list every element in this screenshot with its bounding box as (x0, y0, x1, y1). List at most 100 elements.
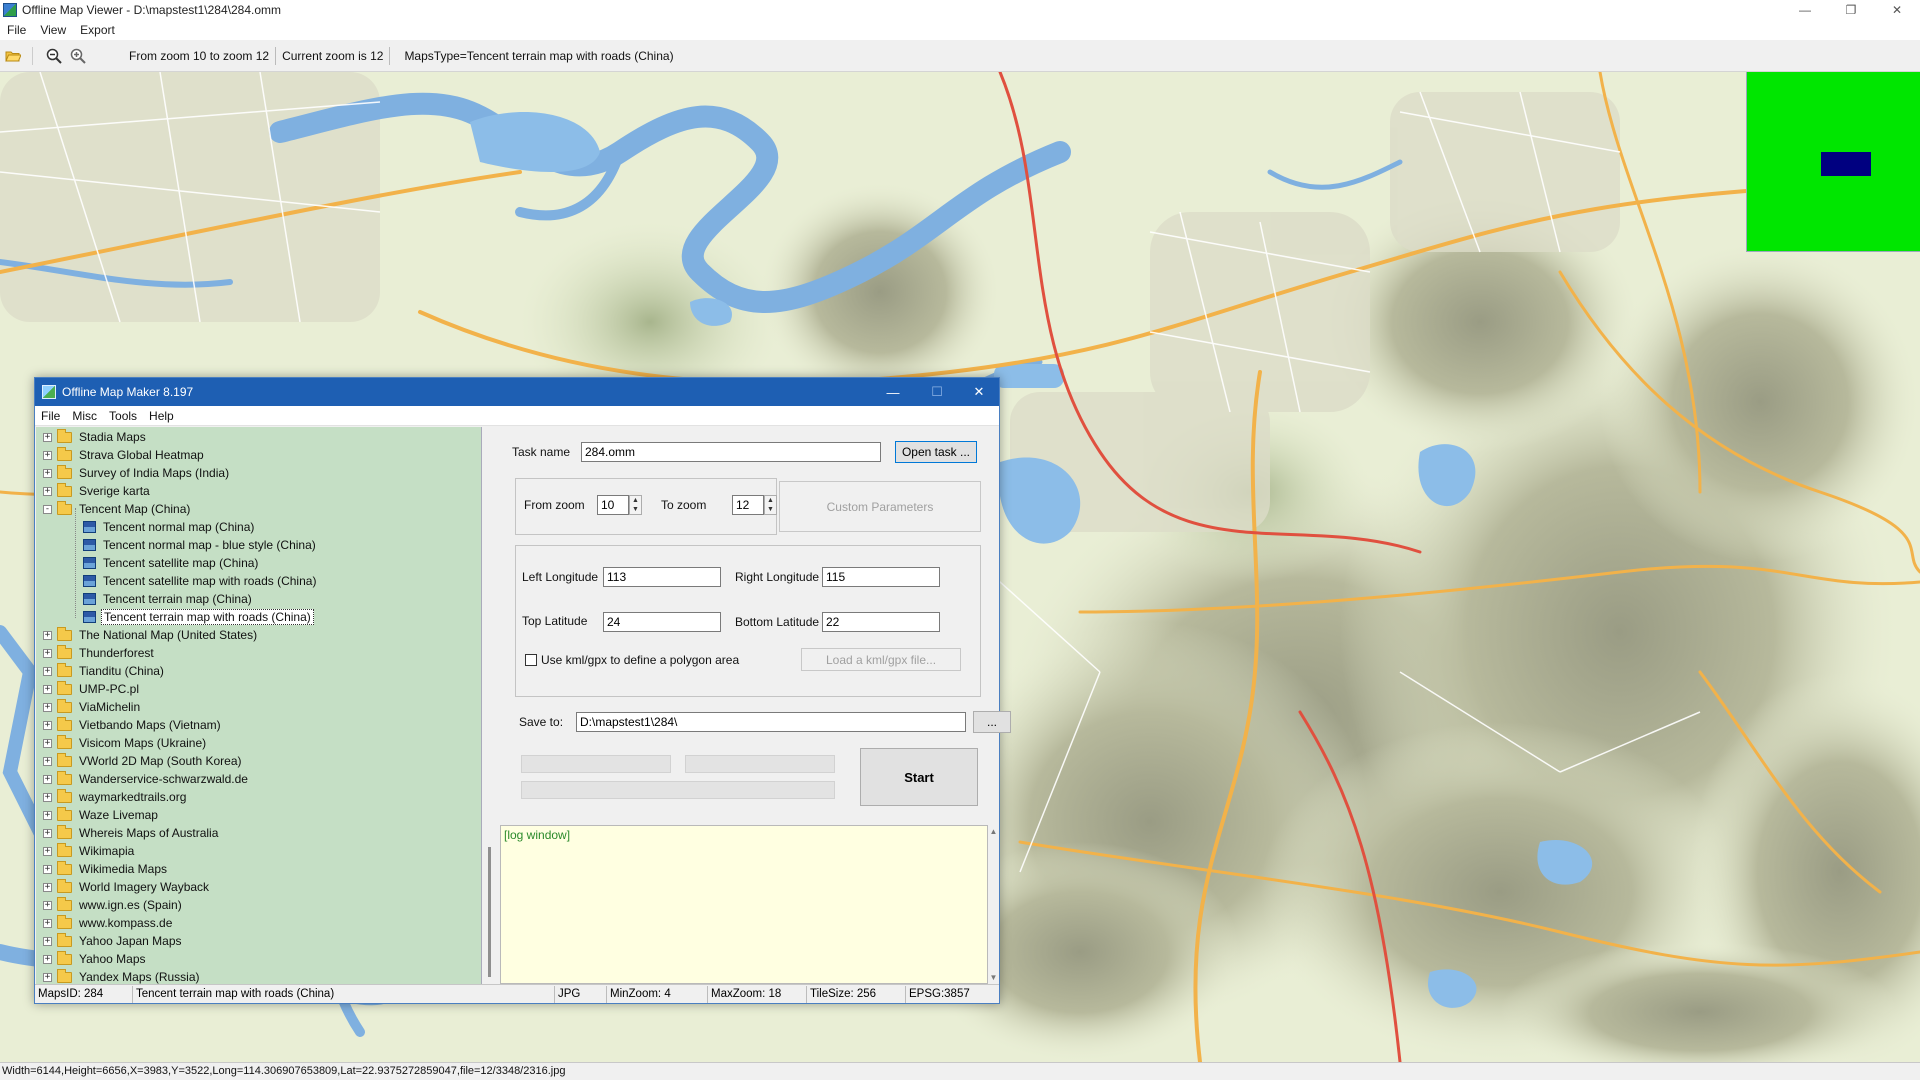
expand-icon[interactable]: + (43, 900, 52, 910)
expand-icon[interactable]: + (43, 756, 52, 766)
expand-icon[interactable]: + (43, 846, 52, 856)
tree-item[interactable]: + waymarkedtrails.org (36, 788, 481, 806)
expand-icon[interactable]: + (43, 684, 52, 694)
overview-minimap[interactable] (1746, 72, 1920, 252)
expand-icon[interactable]: + (43, 450, 52, 460)
expand-icon[interactable]: + (43, 702, 52, 712)
to-zoom-input[interactable]: 12 (732, 495, 764, 515)
collapse-icon[interactable]: - (43, 504, 52, 514)
expand-icon[interactable]: + (43, 792, 52, 802)
tree-item[interactable]: + Stadia Maps (36, 428, 481, 446)
open-folder-button[interactable] (2, 45, 24, 67)
tree-item[interactable]: + Whereis Maps of Australia (36, 824, 481, 842)
to-zoom-spinner[interactable]: ▲ ▼ (764, 495, 777, 515)
close-button[interactable]: ✕ (1874, 0, 1920, 20)
log-window[interactable]: [log window] (500, 825, 988, 984)
expand-icon[interactable]: + (43, 864, 52, 874)
left-longitude-input[interactable]: 113 (603, 567, 721, 587)
dialog-menu-help[interactable]: Help (143, 409, 180, 423)
maximize-button[interactable]: ❐ (1828, 0, 1874, 20)
open-task-button[interactable]: Open task ... (895, 441, 977, 463)
tree-item[interactable]: + ViaMichelin (36, 698, 481, 716)
expand-icon[interactable]: + (43, 648, 52, 658)
tree-scrollbar-thumb[interactable] (488, 847, 491, 977)
expand-icon[interactable]: + (43, 972, 52, 982)
spin-down-icon[interactable]: ▼ (630, 505, 641, 514)
menu-export[interactable]: Export (73, 23, 122, 37)
tree-item[interactable]: + Wikimedia Maps (36, 860, 481, 878)
start-button[interactable]: Start (860, 748, 978, 806)
use-kml-checkbox[interactable] (525, 654, 537, 666)
tree-item[interactable]: + www.kompass.de (36, 914, 481, 932)
tree-item[interactable]: + VWorld 2D Map (South Korea) (36, 752, 481, 770)
tree-item[interactable]: + Tianditu (China) (36, 662, 481, 680)
expand-icon[interactable]: + (43, 630, 52, 640)
from-zoom-input[interactable]: 10 (597, 495, 629, 515)
tree-item[interactable]: + Strava Global Heatmap (36, 446, 481, 464)
tree-item[interactable]: + www.ign.es (Spain) (36, 896, 481, 914)
scroll-down-icon[interactable]: ▼ (988, 973, 999, 982)
tree-item[interactable]: - Tencent Map (China) (36, 500, 481, 518)
from-zoom-spinner[interactable]: ▲ ▼ (629, 495, 642, 515)
dialog-maximize-button[interactable]: ☐ (915, 378, 959, 406)
zoom-in-button[interactable] (67, 45, 89, 67)
tree-item[interactable]: Tencent normal map - blue style (China) (36, 536, 481, 554)
expand-icon[interactable]: + (43, 936, 52, 946)
expand-icon[interactable]: + (43, 432, 52, 442)
load-kml-button[interactable]: Load a kml/gpx file... (801, 648, 961, 671)
zoom-out-button[interactable] (43, 45, 65, 67)
log-scrollbar[interactable]: ▲ ▼ (988, 825, 999, 984)
tree-item[interactable]: Tencent terrain map (China) (36, 590, 481, 608)
bottom-latitude-input[interactable]: 22 (822, 612, 940, 632)
tree-item[interactable]: Tencent normal map (China) (36, 518, 481, 536)
spin-up-icon[interactable]: ▲ (630, 496, 641, 505)
expand-icon[interactable]: + (43, 810, 52, 820)
spin-up-icon[interactable]: ▲ (765, 496, 776, 505)
expand-icon[interactable]: + (43, 468, 52, 478)
dialog-close-button[interactable]: ✕ (957, 378, 1001, 406)
save-to-input[interactable]: D:\mapstest1\284\ (576, 712, 966, 732)
expand-icon[interactable]: + (43, 954, 52, 964)
expand-icon[interactable]: + (43, 666, 52, 676)
expand-icon[interactable]: + (43, 918, 52, 928)
expand-icon[interactable]: + (43, 828, 52, 838)
dialog-minimize-button[interactable]: — (871, 378, 915, 406)
expand-icon[interactable]: + (43, 738, 52, 748)
map-source-tree[interactable]: + Stadia Maps + Strava Global Heatmap + Surve… (36, 427, 482, 984)
tree-item[interactable]: + Yandex Maps (Russia) (36, 968, 481, 984)
tree-item[interactable]: + Thunderforest (36, 644, 481, 662)
expand-icon[interactable]: + (43, 720, 52, 730)
menu-file[interactable]: File (0, 23, 33, 37)
tree-item[interactable]: + The National Map (United States) (36, 626, 481, 644)
task-name-input[interactable]: 284.omm (581, 442, 881, 462)
tree-item[interactable]: + Waze Livemap (36, 806, 481, 824)
top-latitude-input[interactable]: 24 (603, 612, 721, 632)
tree-item[interactable]: + Wanderservice-schwarzwald.de (36, 770, 481, 788)
right-longitude-input[interactable]: 115 (822, 567, 940, 587)
tree-item[interactable]: + Sverige karta (36, 482, 481, 500)
expand-icon[interactable]: + (43, 882, 52, 892)
tree-item[interactable]: + Survey of India Maps (India) (36, 464, 481, 482)
custom-parameters-button[interactable]: Custom Parameters (779, 481, 981, 532)
dialog-menu-tools[interactable]: Tools (103, 409, 143, 423)
expand-icon[interactable]: + (43, 486, 52, 496)
expand-icon[interactable]: + (43, 774, 52, 784)
tree-item[interactable]: + Yahoo Maps (36, 950, 481, 968)
tree-item[interactable]: Tencent satellite map with roads (China) (36, 572, 481, 590)
tree-item[interactable]: + Vietbando Maps (Vietnam) (36, 716, 481, 734)
tree-item[interactable]: Tencent terrain map with roads (China) (36, 608, 481, 626)
browse-button[interactable]: ... (973, 711, 1011, 733)
tree-item[interactable]: + World Imagery Wayback (36, 878, 481, 896)
minimap-viewport[interactable] (1821, 152, 1871, 176)
minimize-button[interactable]: — (1782, 0, 1828, 20)
dialog-menu-file[interactable]: File (35, 409, 66, 423)
scroll-up-icon[interactable]: ▲ (988, 827, 999, 836)
tree-item[interactable]: + Wikimapia (36, 842, 481, 860)
tree-item[interactable]: + Visicom Maps (Ukraine) (36, 734, 481, 752)
tree-item[interactable]: Tencent satellite map (China) (36, 554, 481, 572)
dialog-menu-misc[interactable]: Misc (66, 409, 103, 423)
spin-down-icon[interactable]: ▼ (765, 505, 776, 514)
tree-item[interactable]: + Yahoo Japan Maps (36, 932, 481, 950)
menu-view[interactable]: View (33, 23, 73, 37)
tree-item[interactable]: + UMP-PC.pl (36, 680, 481, 698)
